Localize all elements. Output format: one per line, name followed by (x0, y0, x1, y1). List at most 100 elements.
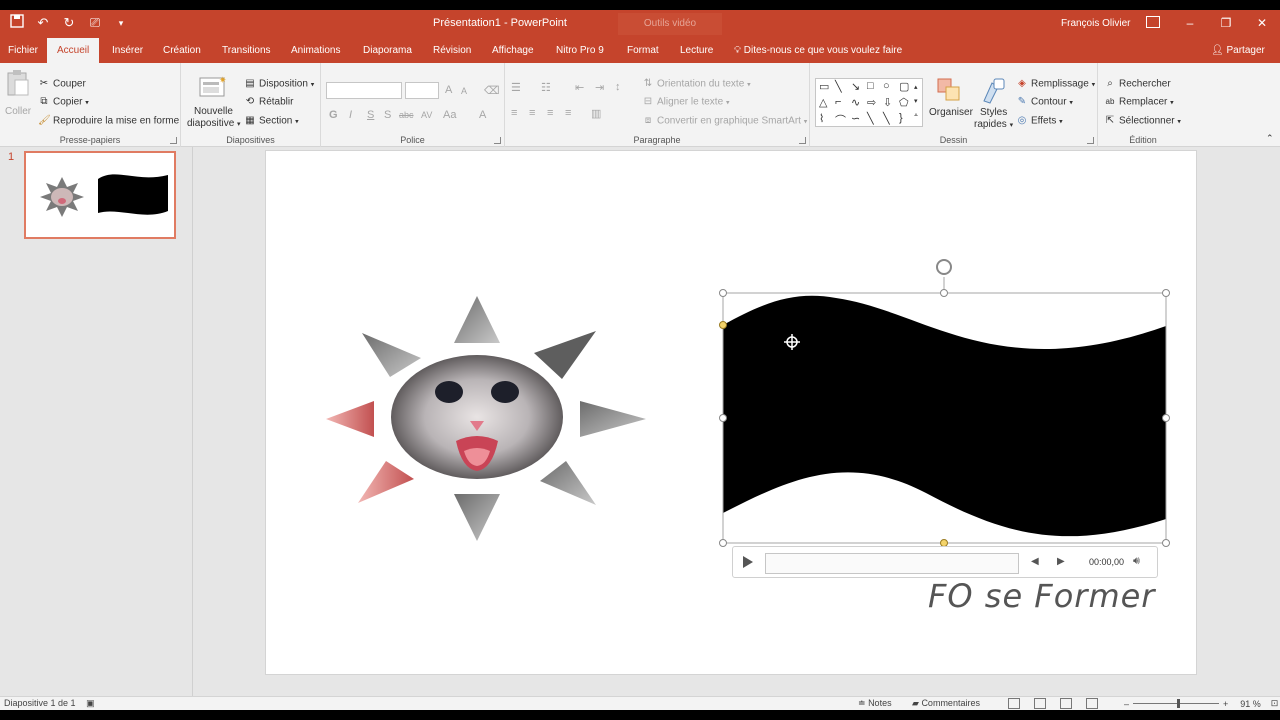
oval-shape-icon[interactable]: ○ (883, 80, 890, 92)
brace-shape-icon[interactable]: } (899, 112, 903, 124)
slide-thumbnail[interactable] (24, 151, 176, 239)
tab-diaporama[interactable]: Diaporama (363, 38, 412, 63)
restore-button[interactable]: ❐ (1208, 10, 1244, 36)
dialog-launcher-icon[interactable] (1087, 137, 1094, 144)
italic-button[interactable]: I (349, 109, 352, 121)
convert-smartart-button[interactable]: ⧈ Convertir en graphique SmartArt ▾ (642, 115, 807, 127)
bullets-icon[interactable]: ☰ (511, 81, 521, 94)
character-spacing-button[interactable]: AV (421, 110, 432, 120)
increase-indent-icon[interactable]: ⇥ (595, 81, 604, 94)
zoom-slider[interactable] (1133, 699, 1220, 708)
tab-lecture[interactable]: Lecture (680, 38, 713, 63)
new-slide-icon[interactable]: ✷ (199, 75, 227, 103)
new-slide-label-1[interactable]: Nouvelle (194, 106, 233, 117)
layout-button[interactable]: ▤ Disposition ▾ (244, 78, 314, 90)
resize-handle[interactable] (719, 539, 727, 547)
rounded-rect-shape-icon[interactable]: ▢ (899, 80, 909, 93)
quick-styles-icon[interactable] (980, 77, 1008, 105)
align-center-icon[interactable]: ≡ (529, 107, 535, 119)
play-icon[interactable] (743, 556, 753, 568)
pentagon-shape-icon[interactable]: ⬠ (899, 96, 909, 109)
normal-view-icon[interactable] (1008, 698, 1020, 709)
quick-styles-label-1[interactable]: Styles (980, 107, 1007, 118)
align-text-button[interactable]: ⊟ Aligner le texte ▾ (642, 96, 730, 108)
minimize-button[interactable]: – (1172, 10, 1208, 36)
gallery-scroll-up-icon[interactable]: ▴ (914, 83, 918, 91)
bold-button[interactable]: G (329, 109, 338, 121)
gallery-scroll-down-icon[interactable]: ▾ (914, 97, 918, 105)
user-name[interactable]: François Olivier (1061, 18, 1130, 29)
decrease-indent-icon[interactable]: ⇤ (575, 81, 584, 94)
copy-button[interactable]: ⧉ Copier ▾ (38, 96, 88, 108)
spelling-icon[interactable]: ▣ (86, 698, 95, 708)
comments-button[interactable]: ▰ Commentaires (912, 698, 980, 709)
notes-button[interactable]: ≐ Notes (858, 698, 892, 709)
cut-button[interactable]: ✂ Couper (38, 78, 86, 90)
wave-video-shape[interactable] (719, 259, 1170, 547)
justify-icon[interactable]: ≡ (565, 107, 571, 119)
gallery-more-icon[interactable]: ⩡ (914, 112, 918, 120)
font-size-combo[interactable] (405, 82, 439, 99)
strikethrough-button[interactable]: abc (399, 110, 414, 120)
dialog-launcher-icon[interactable] (799, 137, 806, 144)
fit-slide-icon[interactable]: ⊡ (1271, 698, 1279, 709)
zoom-slider-thumb[interactable] (1177, 699, 1181, 708)
shapes-gallery[interactable]: ▭ ╲ ↘ □ ○ ▢ △ ⌐ ∿ ⇨ ⇩ ⬠ ⌇ ⌒ ∽ ╲ ╲ } ▴ ▾ (815, 78, 923, 127)
line2-shape-icon[interactable]: ╲ (883, 112, 890, 125)
shape-effects-button[interactable]: ◎ Effets ▾ (1016, 115, 1063, 127)
adjust-handle[interactable] (719, 321, 727, 329)
paste-button[interactable]: Coller (5, 106, 31, 117)
diagonal-shape-icon[interactable]: ╲ (867, 112, 874, 125)
slideshow-view-icon[interactable] (1086, 698, 1098, 709)
tab-affichage[interactable]: Affichage (492, 38, 534, 63)
curved-connector-icon[interactable]: ∿ (851, 96, 860, 109)
media-progress-bar[interactable] (765, 553, 1019, 574)
sun-picture[interactable] (326, 296, 646, 541)
triangle-shape-icon[interactable]: △ (819, 96, 827, 109)
tab-animations[interactable]: Animations (291, 38, 340, 63)
resize-handle[interactable] (1162, 414, 1170, 422)
new-slide-button[interactable]: diapositive ▾ (187, 118, 241, 129)
align-left-icon[interactable]: ≡ (511, 107, 517, 119)
down-arrow-shape-icon[interactable]: ⇩ (883, 96, 892, 109)
arrange-icon[interactable] (936, 77, 964, 105)
tab-format[interactable]: Format (627, 38, 659, 63)
tab-nitro[interactable]: Nitro Pro 9 (556, 38, 604, 63)
line-spacing-icon[interactable]: ↕ (615, 81, 621, 93)
select-button[interactable]: ⇱ Sélectionner ▾ (1104, 115, 1181, 127)
zoom-level[interactable]: 91 % (1240, 699, 1261, 709)
format-painter-button[interactable]: 🖌︎ Reproduire la mise en forme (38, 115, 179, 127)
skip-forward-icon[interactable]: ▶︎ (1057, 556, 1065, 567)
slide-canvas[interactable]: ◀︎ ▶︎ 00:00,00 🔊︎ FO se Former (265, 150, 1197, 675)
volume-icon[interactable]: 🔊︎ (1133, 555, 1140, 568)
tab-accueil[interactable]: Accueil (47, 38, 100, 63)
skip-back-icon[interactable]: ◀︎ (1031, 556, 1039, 567)
resize-handle[interactable] (1162, 289, 1170, 297)
shape-fill-button[interactable]: ◈ Remplissage ▾ (1016, 78, 1095, 90)
rectangle-shape-icon[interactable]: □ (867, 80, 874, 92)
columns-icon[interactable]: ▥ (591, 107, 601, 120)
tell-me-search[interactable]: 💡︎ Dites-nous ce que vous voulez faire (734, 38, 902, 63)
tab-inserer[interactable]: Insérer (112, 38, 143, 63)
textbox-shape-icon[interactable]: ▭ (819, 80, 829, 93)
align-right-icon[interactable]: ≡ (547, 107, 553, 119)
paste-icon[interactable] (6, 69, 34, 97)
resize-handle[interactable] (719, 414, 727, 422)
replace-button[interactable]: ab Remplacer ▾ (1104, 96, 1174, 108)
arrange-button[interactable]: Organiser (929, 107, 973, 118)
tab-fichier[interactable]: Fichier (8, 38, 38, 63)
dialog-launcher-icon[interactable] (494, 137, 501, 144)
text-direction-button[interactable]: ⇅ Orientation du texte ▾ (642, 78, 751, 90)
resize-handle[interactable] (719, 289, 727, 297)
dialog-launcher-icon[interactable] (170, 137, 177, 144)
reset-button[interactable]: ⟲ Rétablir (244, 96, 294, 108)
line-shape-icon[interactable]: ╲ (835, 80, 842, 93)
font-color-button[interactable]: A (479, 109, 486, 121)
zoom-out-icon[interactable]: – (1124, 699, 1129, 709)
share-button[interactable]: 👤︎ Partager (1211, 38, 1265, 63)
reading-view-icon[interactable] (1060, 698, 1072, 709)
rotate-handle-icon[interactable] (936, 259, 952, 275)
right-arrow-shape-icon[interactable]: ⇨ (867, 96, 876, 109)
section-button[interactable]: ▦ Section ▾ (244, 115, 298, 127)
find-button[interactable]: ⌕ Rechercher (1104, 78, 1171, 90)
